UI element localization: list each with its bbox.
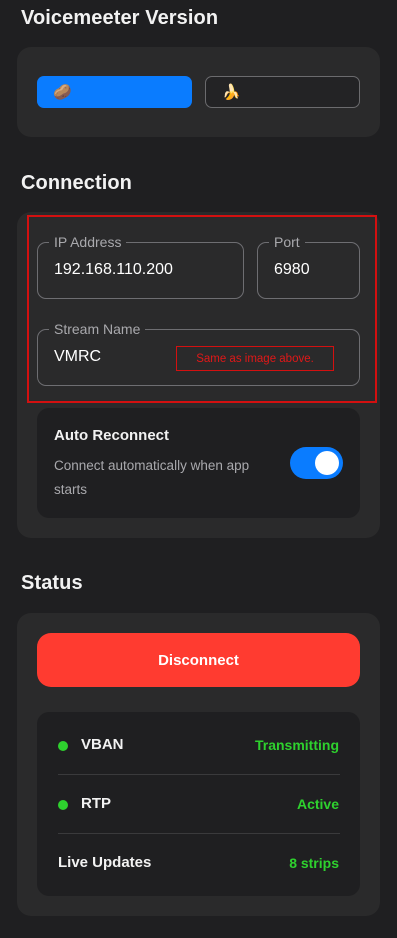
auto-reconnect-title: Auto Reconnect bbox=[54, 427, 170, 444]
disconnect-button[interactable]: Disconnect bbox=[37, 633, 360, 687]
port-value: 6980 bbox=[274, 261, 310, 278]
ip-address-value: 192.168.110.200 bbox=[54, 261, 173, 278]
status-value: 8 strips bbox=[289, 855, 339, 871]
port-field[interactable]: Port 6980 bbox=[257, 233, 360, 299]
auto-reconnect-toggle[interactable] bbox=[290, 447, 343, 479]
auto-reconnect-description: Connect automatically when app starts bbox=[54, 458, 250, 497]
status-value: Transmitting bbox=[254, 737, 339, 753]
status-row-rtp: RTP Active bbox=[37, 775, 360, 833]
status-row-live-updates: Live Updates 8 strips bbox=[37, 834, 360, 892]
banana-icon: 🍌 bbox=[222, 84, 241, 101]
status-row-vban: VBAN Transmitting bbox=[37, 716, 360, 774]
status-title: Status bbox=[21, 572, 83, 594]
connection-title: Connection bbox=[21, 172, 132, 194]
stream-name-label: Stream Name bbox=[49, 320, 146, 338]
voicemeeter-version-title: Voicemeeter Version bbox=[21, 7, 219, 29]
status-name: VBAN bbox=[81, 736, 124, 753]
status-name: Live Updates bbox=[58, 854, 152, 871]
ip-address-label: IP Address bbox=[49, 233, 127, 251]
stream-name-value: VMRC bbox=[54, 348, 102, 365]
potato-icon: 🥔 bbox=[53, 84, 72, 101]
status-name: RTP bbox=[81, 795, 111, 812]
annotation-note: Same as image above. bbox=[176, 346, 334, 371]
status-dot-rtp bbox=[58, 800, 68, 810]
version-option-potato[interactable]: 🥔 bbox=[37, 76, 192, 108]
version-option-banana[interactable]: 🍌 bbox=[205, 76, 360, 108]
status-dot-vban bbox=[58, 741, 68, 751]
status-value: Active bbox=[296, 796, 339, 812]
toggle-knob bbox=[315, 451, 339, 475]
port-label: Port bbox=[269, 233, 305, 251]
ip-address-field[interactable]: IP Address 192.168.110.200 bbox=[37, 233, 244, 299]
